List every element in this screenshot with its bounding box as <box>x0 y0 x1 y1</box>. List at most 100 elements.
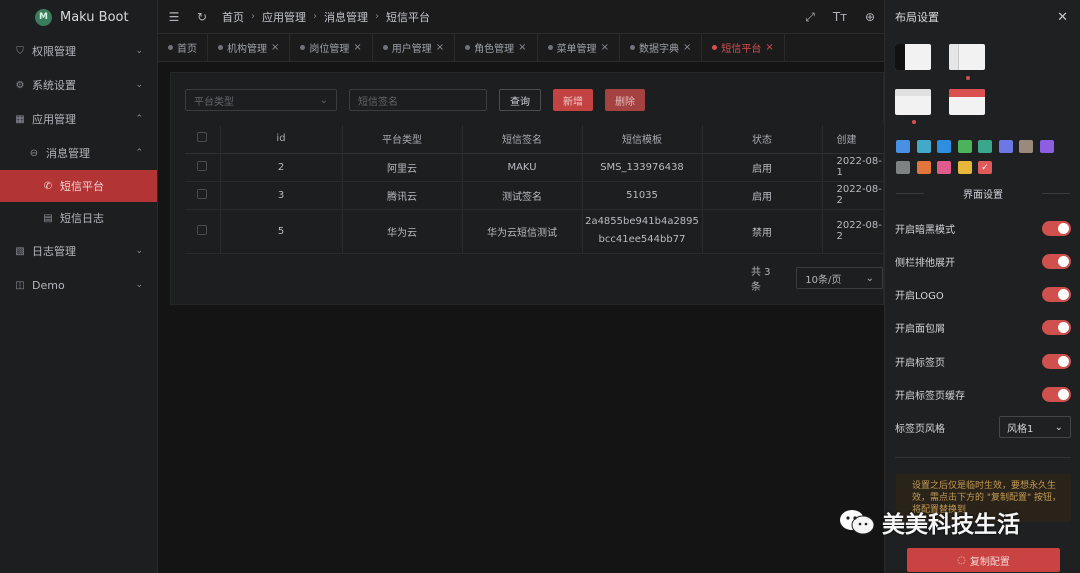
chevron-down-icon: ⌄ <box>135 280 143 290</box>
row-select-cell[interactable] <box>185 181 221 210</box>
option-logo: 开启LOGO <box>895 284 1071 304</box>
font-size-icon[interactable]: Tт <box>832 10 848 24</box>
toggle-switch[interactable] <box>1042 253 1071 269</box>
color-swatch[interactable] <box>957 161 972 174</box>
breadcrumb-message[interactable]: 消息管理 <box>324 9 368 25</box>
chevron-down-icon: ⌄ <box>135 246 143 256</box>
close-icon[interactable]: × <box>765 42 773 53</box>
color-swatch[interactable] <box>916 140 931 153</box>
sidebar-item-sms-log[interactable]: ▤ 短信日志 <box>0 202 157 234</box>
close-icon[interactable]: × <box>271 42 279 53</box>
color-swatch[interactable] <box>1019 140 1033 153</box>
close-icon[interactable]: × <box>436 42 444 53</box>
sms-sign-input[interactable]: 短信签名 <box>349 89 487 111</box>
color-swatch[interactable]: ✓ <box>978 161 992 174</box>
pagination: 共 3 条 10条/页 ⌄ <box>751 263 883 293</box>
toggle-switch[interactable] <box>1042 353 1071 369</box>
checkbox[interactable] <box>197 132 208 143</box>
logo[interactable]: M Maku Boot <box>0 0 157 34</box>
cell-id: 5 <box>220 209 343 254</box>
fullscreen-icon[interactable]: ⤢ <box>802 10 818 25</box>
chevron-up-icon: ⌃ <box>135 114 143 124</box>
breadcrumb: 首页 › 应用管理 › 消息管理 › 短信平台 <box>222 9 430 25</box>
template-line-2: bcc41ee544bb77 <box>598 234 686 245</box>
refresh-icon[interactable]: ↻ <box>194 10 210 24</box>
platform-type-select[interactable]: 平台类型 ⌄ <box>185 89 337 111</box>
toggle-switch[interactable] <box>1042 319 1071 335</box>
sidebar-item-demo[interactable]: ◫ Demo ⌄ <box>0 268 157 302</box>
color-swatch[interactable] <box>998 140 1013 153</box>
table-row[interactable]: 3 腾讯云 测试签名 51035 启用 2022-08-2 <box>185 181 885 210</box>
row-select-cell[interactable] <box>185 153 221 182</box>
add-button[interactable]: 新增 <box>553 89 593 111</box>
color-swatch[interactable] <box>937 161 951 174</box>
tab-sms-platform[interactable]: 短信平台 × <box>702 34 785 61</box>
checkbox[interactable] <box>197 224 208 235</box>
tab-post[interactable]: 岗位管理 × <box>290 34 373 61</box>
copy-config-button[interactable]: ◌ 复制配置 <box>907 548 1060 572</box>
main-content: 平台类型 ⌄ 短信签名 查询 新增 删除 id 平台类型 短信签名 短信模板 状… <box>158 62 885 573</box>
filter-bar: 平台类型 ⌄ 短信签名 查询 新增 删除 <box>185 89 645 111</box>
thumb-topbar <box>895 89 931 96</box>
page-size-value: 10条/页 <box>805 274 842 286</box>
logo-icon: M <box>35 8 52 26</box>
sidebar-item-permission[interactable]: ⛉ 权限管理 ⌄ <box>0 34 157 68</box>
layout-thumb-red-top[interactable] <box>949 89 985 115</box>
color-swatch[interactable] <box>978 140 992 153</box>
breadcrumb-apps[interactable]: 应用管理 <box>262 9 306 25</box>
toggle-knob <box>1058 255 1069 267</box>
breadcrumb-home[interactable]: 首页 <box>222 9 244 25</box>
wechat-icon <box>840 510 875 535</box>
color-swatch[interactable] <box>916 161 931 174</box>
sidebar-item-label: 日志管理 <box>32 245 76 258</box>
cell-sign: MAKU <box>462 153 583 182</box>
cell-template: 2a4855be941b4a2895 bcc41ee544bb77 <box>582 209 703 254</box>
tab-dict[interactable]: 数据字典 × <box>620 34 703 61</box>
color-swatch[interactable] <box>1039 140 1054 153</box>
checkbox[interactable] <box>197 160 208 171</box>
layout-thumb-light-top[interactable] <box>895 89 931 115</box>
sidebar-item-apps[interactable]: ▦ 应用管理 ⌃ <box>0 102 157 136</box>
table-row[interactable]: 5 华为云 华为云短信测试 2a4855be941b4a2895 bcc41ee… <box>185 209 885 254</box>
layout-thumb-dark-side[interactable] <box>895 44 931 70</box>
close-icon[interactable]: × <box>601 42 609 53</box>
tab-role[interactable]: 角色管理 × <box>455 34 538 61</box>
watermark: 美美科技生活 <box>838 505 1020 539</box>
table-header-row: id 平台类型 短信签名 短信模板 状态 创建 <box>185 125 885 154</box>
menu-fold-icon[interactable]: ☰ <box>166 10 182 24</box>
toggle-switch[interactable] <box>1042 286 1071 302</box>
sidebar-item-logs[interactable]: ▧ 日志管理 ⌄ <box>0 234 157 268</box>
color-swatch[interactable] <box>937 140 951 153</box>
toggle-switch[interactable] <box>1042 386 1071 402</box>
checkbox[interactable] <box>197 188 208 199</box>
page-size-select[interactable]: 10条/页 ⌄ <box>796 267 883 289</box>
globe-icon[interactable]: ⊕ <box>862 10 878 24</box>
option-tabs: 开启标签页 <box>895 351 1071 371</box>
sidebar-item-message[interactable]: ⊖ 消息管理 ⌃ <box>0 136 157 170</box>
row-select-cell[interactable] <box>185 209 221 254</box>
tab-home[interactable]: 首页 <box>158 34 208 61</box>
color-swatch[interactable] <box>957 140 972 153</box>
close-icon[interactable]: × <box>683 42 691 53</box>
tab-user[interactable]: 用户管理 × <box>373 34 456 61</box>
sidebar-item-sms-platform[interactable]: ✆ 短信平台 <box>0 170 157 202</box>
select-all-cell[interactable] <box>185 125 221 154</box>
tab-menu[interactable]: 菜单管理 × <box>538 34 620 61</box>
query-button[interactable]: 查询 <box>499 89 541 111</box>
option-sidebar-accordion: 侧栏排他展开 <box>895 251 1071 271</box>
tab-style-select[interactable]: 风格1 ⌄ <box>999 416 1071 438</box>
layout-thumb-light-side[interactable] <box>949 44 985 70</box>
top-header: ☰ ↻ 首页 › 应用管理 › 消息管理 › 短信平台 ⤢ Tт ⊕ <box>158 0 884 34</box>
color-swatch[interactable] <box>896 161 910 174</box>
copy-icon: ◌ <box>957 554 966 566</box>
table-row[interactable]: 2 阿里云 MAKU SMS_133976438 启用 2022-08-1 <box>185 153 885 182</box>
sidebar-item-system[interactable]: ⚙ 系统设置 ⌄ <box>0 68 157 102</box>
close-icon[interactable]: ✕ <box>1057 10 1068 25</box>
color-swatch[interactable] <box>896 140 910 153</box>
tab-org[interactable]: 机构管理 × <box>208 34 291 61</box>
delete-button[interactable]: 删除 <box>605 89 645 111</box>
toggle-switch[interactable] <box>1042 220 1071 236</box>
option-label: 标签页风格 <box>895 423 945 435</box>
close-icon[interactable]: × <box>518 42 526 53</box>
close-icon[interactable]: × <box>353 42 361 53</box>
